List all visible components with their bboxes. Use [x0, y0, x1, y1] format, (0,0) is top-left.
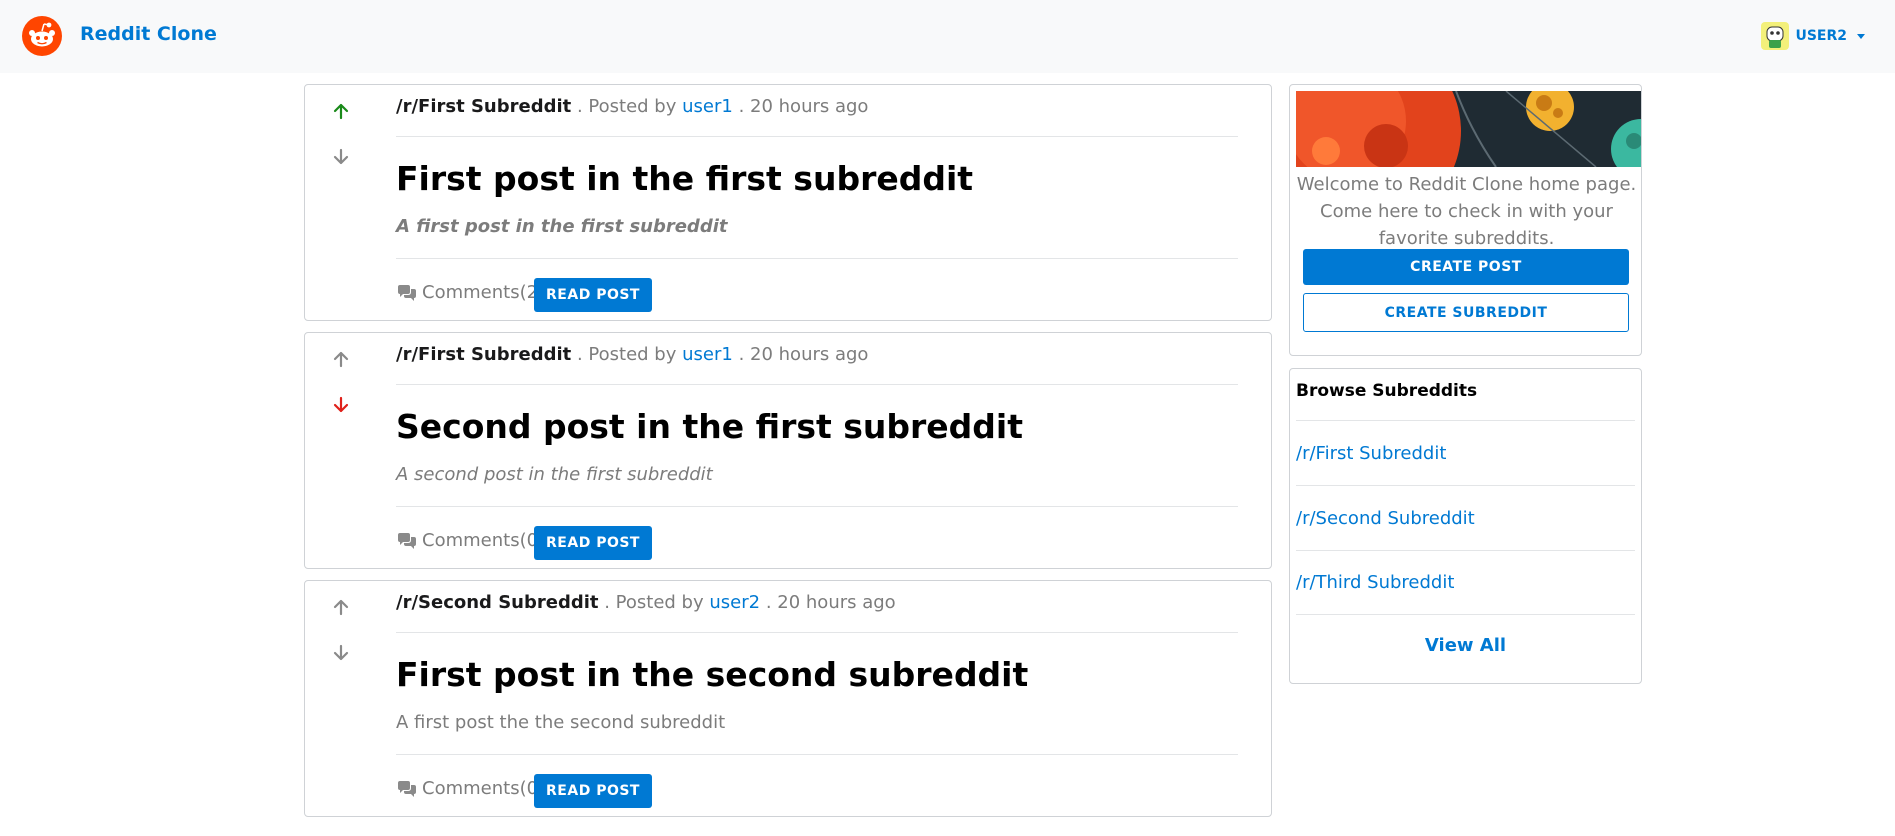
list-item: /r/First Subreddit: [1296, 420, 1635, 485]
read-post-button[interactable]: READ POST: [534, 278, 652, 312]
brand-name[interactable]: Reddit Clone: [80, 22, 217, 46]
upvote-button[interactable]: [329, 347, 353, 371]
post-time: . 20 hours ago: [738, 96, 869, 117]
post-author-link[interactable]: user1: [682, 96, 733, 117]
subreddit-link[interactable]: /r/First Subreddit: [1296, 443, 1446, 464]
browse-subreddits-card: Browse Subreddits /r/First Subreddit /r/…: [1289, 368, 1642, 684]
post-description: A second post in the first subreddit: [396, 464, 713, 485]
post-time: . 20 hours ago: [738, 344, 869, 365]
post-card: /r/First Subreddit . Posted by user1 . 2…: [304, 332, 1272, 569]
chevron-down-icon: [1857, 33, 1865, 39]
post-subreddit-link[interactable]: /r/First Subreddit: [396, 96, 571, 117]
post-author-link[interactable]: user1: [682, 344, 733, 365]
post-time: . 20 hours ago: [765, 592, 896, 613]
comments-count: Comments(2): [422, 282, 546, 303]
read-post-button[interactable]: READ POST: [534, 526, 652, 560]
post-title[interactable]: First post in the second subreddit: [396, 653, 1028, 697]
user-avatar: [1761, 22, 1790, 50]
divider: [396, 632, 1238, 633]
user-menu-dropdown[interactable]: USER2: [1761, 22, 1865, 50]
post-subreddit-link[interactable]: /r/Second Subreddit: [396, 592, 599, 613]
arrow-down-icon: [333, 396, 349, 413]
divider: [396, 258, 1238, 259]
posted-by-label: . Posted by: [576, 96, 677, 117]
comments-link[interactable]: Comments(2): [396, 281, 545, 305]
comments-icon: [398, 285, 416, 301]
list-item: /r/Third Subreddit: [1296, 550, 1635, 615]
downvote-button[interactable]: [329, 641, 353, 665]
post-subreddit-link[interactable]: /r/First Subreddit: [396, 344, 571, 365]
post-card: /r/Second Subreddit . Posted by user2 . …: [304, 580, 1272, 817]
divider: [396, 506, 1238, 507]
comments-link[interactable]: Comments(0): [396, 777, 545, 801]
post-card: /r/First Subreddit . Posted by user1 . 2…: [304, 84, 1272, 321]
post-meta: /r/First Subreddit . Posted by user1 . 2…: [396, 343, 868, 367]
subreddit-link[interactable]: /r/Third Subreddit: [1296, 572, 1454, 593]
downvote-button[interactable]: [329, 145, 353, 169]
read-post-button[interactable]: READ POST: [534, 774, 652, 808]
create-post-button[interactable]: CREATE POST: [1303, 249, 1629, 285]
arrow-up-icon: [333, 351, 349, 368]
space-banner-image: [1296, 91, 1641, 167]
comments-icon: [398, 781, 416, 797]
posted-by-label: . Posted by: [576, 344, 677, 365]
comments-link[interactable]: Comments(0): [396, 529, 545, 553]
post-title[interactable]: Second post in the first subreddit: [396, 405, 1023, 449]
arrow-up-icon: [333, 599, 349, 616]
reddit-logo-icon[interactable]: [22, 16, 62, 56]
view-all-link[interactable]: View All: [1290, 635, 1641, 656]
browse-subreddits-title: Browse Subreddits: [1296, 381, 1478, 401]
posted-by-label: . Posted by: [604, 592, 704, 613]
username-label: USER2: [1795, 28, 1847, 44]
post-meta: /r/Second Subreddit . Posted by user2 . …: [396, 591, 896, 615]
post-description: A first post the the second subreddit: [396, 712, 726, 733]
comments-count: Comments(0): [422, 530, 546, 551]
arrow-down-icon: [333, 644, 349, 661]
subreddit-link[interactable]: /r/Second Subreddit: [1296, 508, 1475, 529]
upvote-button[interactable]: [329, 99, 353, 123]
subreddit-list: /r/First Subreddit /r/Second Subreddit /…: [1296, 420, 1635, 615]
downvote-button[interactable]: [329, 393, 353, 417]
arrow-down-icon: [333, 148, 349, 165]
arrow-up-icon: [333, 103, 349, 120]
top-navbar: Reddit Clone USER2: [0, 0, 1895, 73]
welcome-card: Welcome to Reddit Clone home page. Come …: [1289, 84, 1642, 356]
create-subreddit-button[interactable]: CREATE SUBREDDIT: [1303, 293, 1629, 332]
post-author-link[interactable]: user2: [709, 592, 760, 613]
list-item: /r/Second Subreddit: [1296, 485, 1635, 550]
divider: [396, 384, 1238, 385]
post-meta: /r/First Subreddit . Posted by user1 . 2…: [396, 95, 868, 119]
comments-icon: [398, 533, 416, 549]
divider: [396, 754, 1238, 755]
divider: [396, 136, 1238, 137]
post-description: A first post in the first subreddit: [396, 216, 728, 237]
post-title[interactable]: First post in the first subreddit: [396, 157, 973, 201]
upvote-button[interactable]: [329, 595, 353, 619]
comments-count: Comments(0): [422, 778, 546, 799]
welcome-text: Welcome to Reddit Clone home page. Come …: [1296, 174, 1637, 249]
